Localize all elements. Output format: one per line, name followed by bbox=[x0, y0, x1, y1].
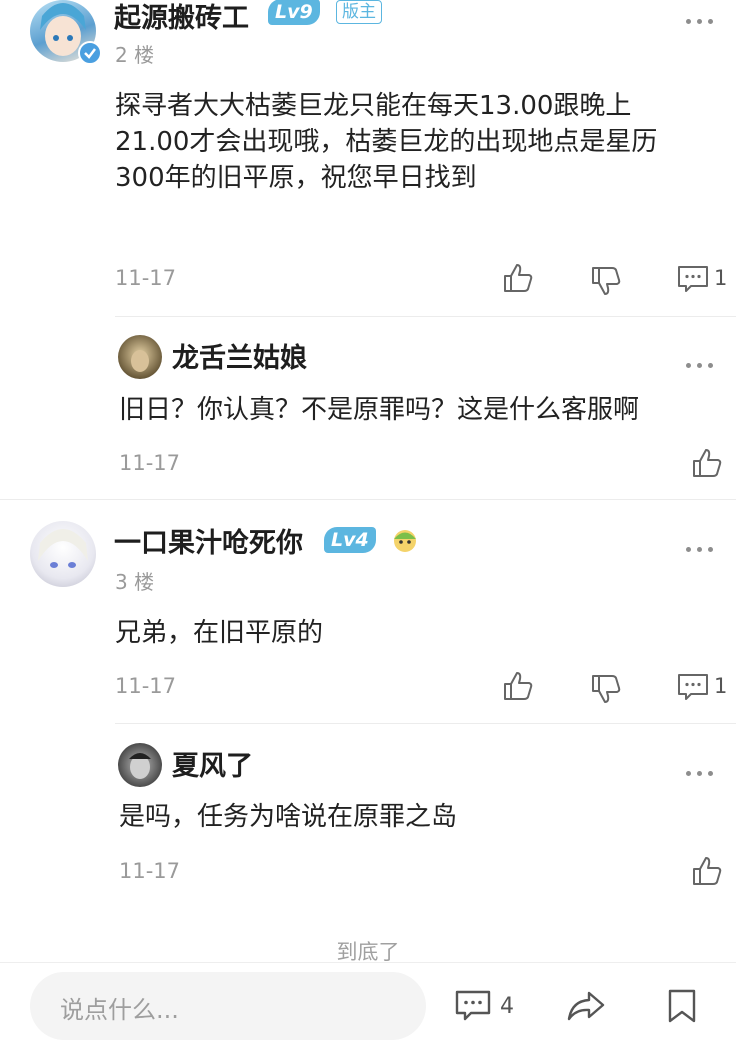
reply-text: 是吗，任务为啥说在原罪之岛 bbox=[119, 802, 458, 832]
comment-author-name[interactable]: 起源搬砖工 bbox=[114, 0, 249, 35]
avatar-image bbox=[129, 753, 151, 779]
moderator-tag: 版主 bbox=[336, 0, 382, 24]
floor-number: 3 楼 bbox=[115, 570, 155, 594]
comment-text-line: 21.00才会出现哦，枯萎巨龙的出现地点是星历 bbox=[115, 127, 658, 157]
more-options-icon[interactable] bbox=[686, 768, 716, 778]
comment-text: 探寻者大大枯萎巨龙只能在每天13.00跟晚上 21.00才会出现哦，枯萎巨龙的出… bbox=[115, 88, 657, 196]
reply-date: 11-17 bbox=[119, 451, 181, 475]
comment-count: 4 bbox=[500, 994, 514, 1019]
comment-date: 11-17 bbox=[115, 674, 177, 698]
avatar[interactable] bbox=[118, 335, 162, 379]
reply-author-name[interactable]: 夏风了 bbox=[172, 744, 253, 783]
verified-badge-icon bbox=[78, 41, 102, 65]
reply-author-name[interactable]: 龙舌兰姑娘 bbox=[172, 336, 307, 375]
divider bbox=[115, 723, 736, 724]
share-icon[interactable] bbox=[566, 989, 606, 1023]
comment-text-line: 300年的旧平原，祝您早日找到 bbox=[115, 163, 477, 193]
bookmark-icon[interactable] bbox=[667, 988, 697, 1024]
avatar-image bbox=[131, 350, 149, 372]
avatar-image bbox=[38, 529, 88, 568]
like-icon[interactable] bbox=[691, 855, 723, 887]
more-options-icon[interactable] bbox=[686, 544, 716, 554]
fan-badge-icon bbox=[390, 526, 420, 554]
avatar[interactable] bbox=[30, 521, 96, 587]
floor-number: 2 楼 bbox=[115, 43, 155, 67]
more-options-icon[interactable] bbox=[686, 360, 716, 370]
divider bbox=[0, 499, 736, 500]
level-badge: Lv9 bbox=[268, 0, 320, 25]
reply-count: 1 bbox=[714, 674, 728, 698]
reply-date: 11-17 bbox=[119, 859, 181, 883]
comment-author-name[interactable]: 一口果汁呛死你 bbox=[114, 521, 303, 560]
comment-text: 兄弟，在旧平原的 bbox=[115, 618, 324, 648]
comment-input-placeholder: 说点什么... bbox=[60, 996, 179, 1024]
like-icon[interactable] bbox=[691, 447, 723, 479]
dislike-icon[interactable] bbox=[590, 673, 622, 705]
avatar[interactable] bbox=[118, 743, 162, 787]
level-badge: Lv4 bbox=[324, 527, 376, 553]
reply-count: 1 bbox=[714, 266, 728, 290]
divider bbox=[115, 316, 736, 317]
more-options-icon[interactable] bbox=[686, 16, 716, 26]
reply-icon[interactable] bbox=[677, 264, 709, 294]
comment-date: 11-17 bbox=[115, 266, 177, 290]
dislike-icon[interactable] bbox=[590, 265, 622, 297]
comment-text-line: 探寻者大大枯萎巨龙只能在每天13.00跟晚上 bbox=[115, 91, 632, 121]
comment-icon[interactable] bbox=[455, 989, 491, 1023]
reply-icon[interactable] bbox=[677, 672, 709, 702]
like-icon[interactable] bbox=[502, 262, 534, 294]
reply-text: 旧日？你认真？不是原罪吗？这是什么客服啊 bbox=[119, 395, 640, 425]
like-icon[interactable] bbox=[502, 670, 534, 702]
